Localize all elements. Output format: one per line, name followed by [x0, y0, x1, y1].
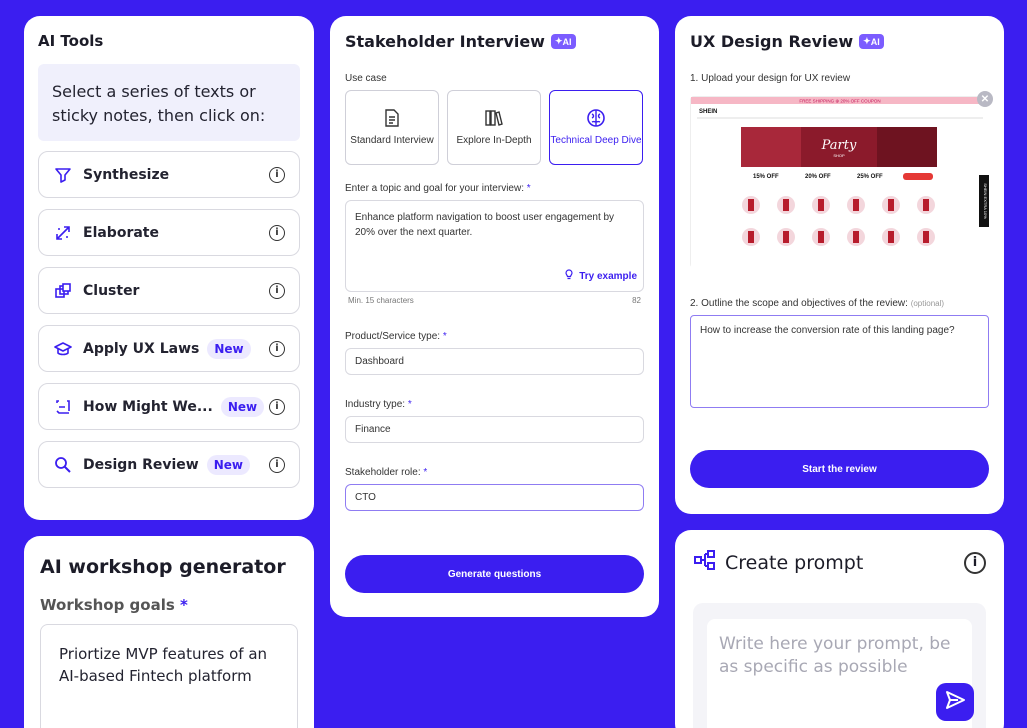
design-review-button[interactable]: Design Review New i	[38, 441, 300, 488]
start-review-button[interactable]: Start the review	[690, 450, 989, 488]
expand-arrows-icon	[53, 223, 73, 243]
prompt-input[interactable]: Write here your prompt, be as specific a…	[707, 619, 972, 728]
product-type-label: Product/Service type: *	[345, 331, 447, 342]
workshop-title: AI workshop generator	[40, 556, 286, 578]
frame-icon	[53, 397, 73, 417]
svg-text:Party: Party	[821, 138, 857, 153]
use-case-selector: Standard Interview Explore In-Depth Tech…	[345, 90, 644, 165]
apply-ux-laws-label: Apply UX Laws	[83, 340, 200, 357]
new-badge: New	[206, 454, 251, 475]
ai-tools-panel: AI Tools Select a series of texts or sti…	[24, 16, 314, 520]
ux-review-title: UX Design Review ✦ AI	[690, 32, 989, 51]
send-icon	[944, 689, 966, 716]
lightbulb-icon	[563, 268, 575, 285]
use-case-standard-interview[interactable]: Standard Interview	[345, 90, 439, 165]
how-might-we-button[interactable]: How Might We... New i	[38, 383, 300, 430]
apply-ux-laws-button[interactable]: Apply UX Laws New i	[38, 325, 300, 372]
info-icon[interactable]: i	[269, 166, 285, 183]
svg-text:SHEIN: SHEIN	[699, 109, 717, 115]
ai-tools-hint: Select a series of texts or sticky notes…	[38, 64, 300, 141]
workshop-goals-input[interactable]: Priortize MVP features of an AI-based Fi…	[40, 624, 298, 728]
use-case-label: Use case	[345, 73, 387, 84]
info-icon[interactable]: i	[269, 340, 285, 357]
stakeholder-title: Stakeholder Interview ✦ AI	[345, 32, 644, 51]
upload-label: 1. Upload your design for UX review	[690, 73, 851, 84]
design-review-label: Design Review	[83, 456, 199, 473]
topic-label: Enter a topic and goal for your intervie…	[345, 183, 531, 194]
funnel-icon	[53, 165, 73, 185]
ai-badge: ✦ AI	[550, 34, 576, 49]
synthesize-button[interactable]: Synthesize i	[38, 151, 300, 198]
stakeholder-role-input[interactable]: CTO	[345, 484, 644, 511]
svg-text:FREE SHIPPING ⊕ 20% OFF COUP: FREE SHIPPING ⊕ 20% OFF COUPON	[799, 99, 880, 104]
generate-questions-button[interactable]: Generate questions	[345, 555, 644, 593]
cluster-label: Cluster	[83, 282, 140, 299]
elaborate-label: Elaborate	[83, 224, 159, 241]
svg-text:20% OFF: 20% OFF	[805, 174, 831, 180]
svg-text:SHOP: SHOP	[833, 153, 845, 158]
cluster-button[interactable]: Cluster i	[38, 267, 300, 314]
graduation-cap-icon	[53, 339, 73, 359]
try-example-button[interactable]: Try example	[563, 268, 637, 285]
remove-image-button[interactable]: ✕	[977, 91, 993, 107]
char-counter: Min. 15 characters 82	[348, 296, 641, 305]
how-might-we-label: How Might We...	[83, 398, 213, 415]
scope-input[interactable]: How to increase the conversion rate of t…	[690, 315, 989, 408]
document-icon	[383, 108, 401, 128]
info-icon[interactable]: i	[964, 551, 986, 574]
landing-page-thumbnail: FREE SHIPPING ⊕ 20% OFF COUPON SHEIN Par…	[691, 97, 989, 269]
industry-type-input[interactable]: Finance	[345, 416, 644, 443]
info-icon[interactable]: i	[269, 456, 285, 473]
synthesize-label: Synthesize	[83, 166, 170, 183]
scope-label: 2. Outline the scope and objectives of t…	[690, 298, 945, 309]
ai-badge: ✦ AI	[859, 34, 884, 49]
ux-design-review-panel: UX Design Review ✦ AI 1. Upload your desi…	[675, 16, 1004, 514]
svg-text:25% OFF: 25% OFF	[857, 174, 883, 180]
svg-text:SHEIN EXTRA 10%: SHEIN EXTRA 10%	[983, 183, 988, 219]
stakeholder-role-label: Stakeholder role: *	[345, 467, 428, 478]
use-case-technical-deep-dive[interactable]: Technical Deep Dive	[549, 90, 643, 165]
info-icon[interactable]: i	[269, 282, 285, 299]
info-icon[interactable]: i	[269, 398, 285, 415]
industry-type-label: Industry type: *	[345, 399, 412, 410]
workshop-goals-label: Workshop goals *	[40, 596, 188, 614]
cluster-icon	[53, 281, 73, 301]
info-icon[interactable]: i	[269, 224, 285, 241]
create-prompt-header: Create prompt i	[693, 548, 986, 577]
new-badge: New	[207, 338, 251, 359]
brain-icon	[586, 108, 606, 128]
create-prompt-panel: Create prompt i Write here your prompt, …	[675, 530, 1004, 728]
send-button[interactable]	[936, 683, 974, 721]
topic-input[interactable]: Enhance platform navigation to boost use…	[345, 200, 644, 292]
product-type-input[interactable]: Dashboard	[345, 348, 644, 375]
prompt-container: Write here your prompt, be as specific a…	[693, 603, 986, 728]
elaborate-button[interactable]: Elaborate i	[38, 209, 300, 256]
flow-diagram-icon	[693, 548, 717, 577]
books-icon	[484, 108, 504, 128]
svg-text:15% OFF: 15% OFF	[753, 174, 779, 180]
design-preview-image: FREE SHIPPING ⊕ 20% OFF COUPON SHEIN Par…	[690, 91, 993, 269]
workshop-generator-panel: AI workshop generator Workshop goals * P…	[24, 536, 314, 728]
magnifier-icon	[53, 455, 73, 475]
use-case-explore-in-depth[interactable]: Explore In-Depth	[447, 90, 541, 165]
create-prompt-title: Create prompt	[725, 551, 864, 574]
new-badge: New	[220, 396, 265, 417]
ai-tools-title: AI Tools	[38, 32, 104, 50]
stakeholder-interview-panel: Stakeholder Interview ✦ AI Use case Stand…	[330, 16, 659, 617]
